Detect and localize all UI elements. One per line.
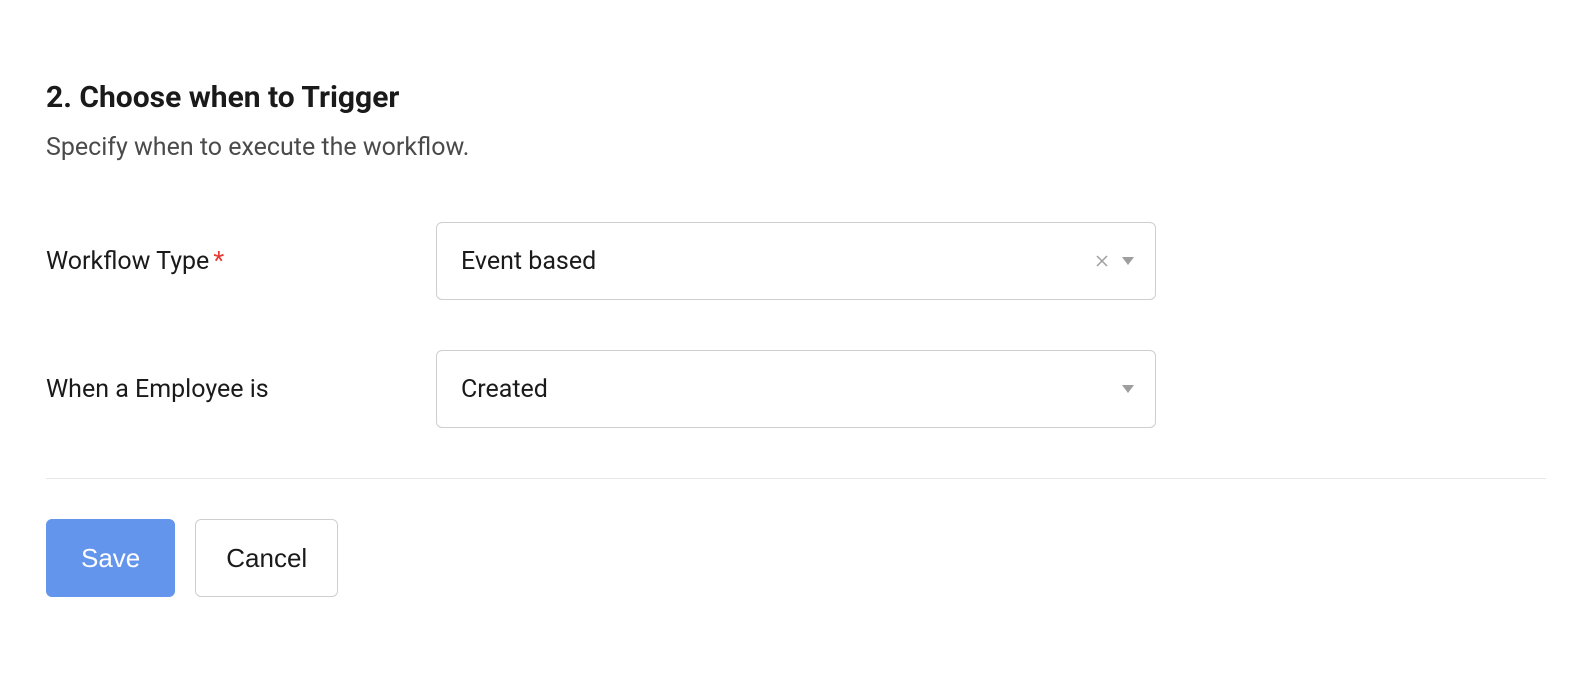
section-title: 2. Choose when to Trigger	[46, 80, 1546, 115]
select-controls	[1120, 383, 1136, 395]
cancel-button[interactable]: Cancel	[195, 519, 338, 597]
required-marker: *	[213, 247, 224, 276]
section-subtitle: Specify when to execute the workflow.	[46, 133, 1546, 162]
workflow-type-label: Workflow Type*	[46, 247, 436, 276]
workflow-type-select[interactable]: Event based	[436, 222, 1156, 300]
chevron-down-icon[interactable]	[1120, 383, 1136, 395]
when-employee-value: Created	[461, 375, 548, 404]
clear-icon[interactable]	[1094, 253, 1110, 269]
workflow-type-value: Event based	[461, 247, 596, 276]
when-employee-label: When a Employee is	[46, 375, 436, 404]
workflow-type-row: Workflow Type* Event based	[46, 222, 1546, 300]
button-row: Save Cancel	[46, 519, 1546, 597]
select-controls	[1094, 253, 1136, 269]
when-employee-select[interactable]: Created	[436, 350, 1156, 428]
chevron-down-icon[interactable]	[1120, 255, 1136, 267]
when-employee-row: When a Employee is Created	[46, 350, 1546, 428]
save-button[interactable]: Save	[46, 519, 175, 597]
divider	[46, 478, 1546, 479]
trigger-section: 2. Choose when to Trigger Specify when t…	[46, 80, 1546, 597]
